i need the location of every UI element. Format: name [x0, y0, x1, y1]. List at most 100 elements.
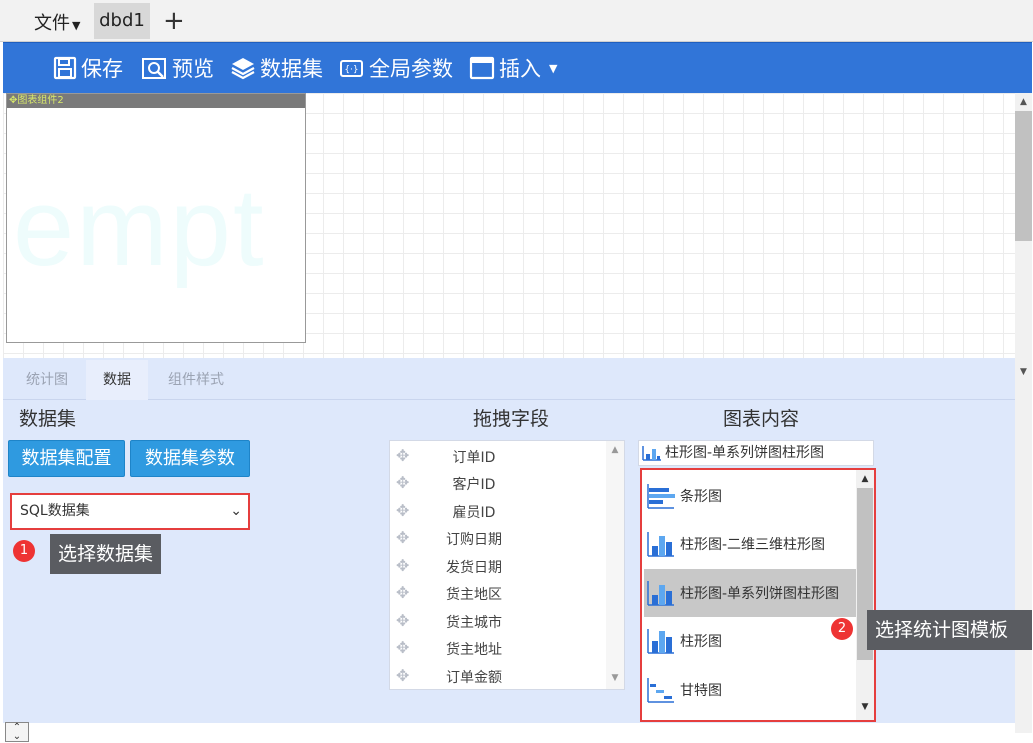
collapse-toggle-button[interactable]: ⌃ ⌄ [5, 722, 29, 742]
layers-icon [231, 58, 255, 80]
drag-fields-list[interactable]: ✥ 订单ID ✥ 客户ID ✥ 雇员ID ✥ 订购日期 ✥ 发货日期 ✥ 货主地区 ✥ 货主城… [389, 440, 625, 690]
caret-down-icon: ▼ [72, 19, 81, 32]
scroll-up-icon[interactable]: ▲ [1015, 95, 1032, 109]
chart-current-label: 柱形图-单系列饼图柱形图 [665, 445, 825, 461]
dataset-section-title: 数据集 [19, 408, 77, 430]
chart-template-list[interactable]: 条形图 柱形图-二维三维柱形图 柱形图-单系列饼图柱形图 柱形图 甘特图 ▲ ▼ [640, 468, 876, 722]
column-chart-icon [642, 446, 661, 461]
field-name: 订单金额 [446, 670, 502, 686]
field-item[interactable]: ✥ 订单金额 [390, 663, 602, 689]
chart-template-label: 柱形图-单系列饼图柱形图 [680, 586, 840, 602]
chevron-down-icon: ⌄ [12, 731, 22, 742]
field-name: 订购日期 [446, 532, 502, 548]
caret-down-icon: ▼ [549, 61, 558, 75]
chart-template-label: 甘特图 [680, 683, 722, 699]
app-window: 文件 ▼ dbd1 + 保存 预览 数据集 {·} 全局参数 插入 ▼ ✥图表组… [0, 0, 1033, 743]
tooltip-select-dataset: 选择数据集 [50, 534, 162, 574]
scroll-down-icon[interactable]: ▼ [1015, 365, 1032, 379]
bottom-strip [30, 723, 1015, 743]
scroll-up-icon[interactable]: ▲ [856, 474, 874, 484]
field-item[interactable]: ✥ 货主地区 [390, 580, 602, 607]
preview-button[interactable]: 预览 [142, 52, 214, 84]
add-tab-button[interactable]: + [163, 6, 185, 36]
field-name: 发货日期 [446, 560, 502, 576]
global-params-button[interactable]: {·} 全局参数 [339, 52, 453, 84]
design-canvas[interactable]: ✥图表组件2 empt [3, 93, 1015, 358]
scrollbar-thumb[interactable] [1015, 111, 1032, 241]
field-item[interactable]: ✥ 客户ID [390, 470, 602, 497]
empty-watermark: empt [13, 166, 266, 289]
svg-text:{·}: {·} [344, 65, 358, 75]
column-chart-icon [647, 532, 674, 557]
chart-list-scrollbar[interactable]: ▲ ▼ [856, 470, 874, 720]
field-item[interactable]: ✥ 订单ID [390, 443, 602, 470]
dataset-select-value: SQL数据集 [20, 503, 90, 519]
tab-chart[interactable]: 统计图 [13, 360, 81, 400]
field-name: 订单ID [452, 450, 496, 466]
top-tab-bar: 文件 ▼ dbd1 + [0, 0, 1033, 42]
insert-label: 插入 [499, 57, 541, 81]
gantt-chart-icon [647, 678, 674, 703]
step-badge-2: 2 [831, 618, 853, 640]
chart-widget[interactable]: ✥图表组件2 empt [6, 93, 306, 343]
plus-icon: + [163, 6, 185, 36]
tooltip-select-chart-template: 选择统计图模板 [867, 610, 1032, 650]
tab-data[interactable]: 数据 [86, 360, 148, 400]
column-chart-icon [647, 629, 674, 654]
move-icon[interactable]: ✥ [396, 473, 409, 492]
chart-template-item-selected[interactable]: 柱形图-单系列饼图柱形图 [644, 569, 856, 617]
chart-section-title: 图表内容 [723, 408, 800, 430]
save-button[interactable]: 保存 [53, 52, 123, 84]
file-menu-label: 文件 [34, 13, 70, 34]
field-item[interactable]: ✥ 货主地址 [390, 635, 602, 662]
dataset-label: 数据集 [260, 57, 323, 81]
chart-template-label: 柱形图 [680, 634, 722, 650]
move-icon[interactable]: ✥ [396, 528, 409, 547]
dataset-params-button[interactable]: 数据集参数 [130, 440, 250, 477]
panel-tabs: 统计图 数据 组件样式 [3, 360, 1015, 400]
field-item[interactable]: ✥ 雇员ID [390, 498, 602, 525]
move-icon[interactable]: ✥ [396, 611, 409, 630]
fields-scrollbar[interactable]: ▲ ▼ [606, 441, 624, 689]
save-icon [53, 56, 77, 80]
preview-icon [142, 58, 166, 79]
field-item[interactable]: ✥ 货主城市 [390, 608, 602, 635]
move-icon[interactable]: ✥ [396, 556, 409, 575]
move-icon[interactable]: ✥ [396, 583, 409, 602]
parameter-icon: {·} [340, 60, 363, 77]
property-panel: 统计图 数据 组件样式 数据集 拖拽字段 图表内容 数据集配置 数据集参数 SQ… [3, 358, 1032, 723]
dataset-button[interactable]: 数据集 [230, 52, 323, 84]
fields-section-title: 拖拽字段 [473, 408, 550, 430]
tab-widget-style[interactable]: 组件样式 [155, 360, 237, 400]
chart-template-item[interactable]: 柱形图 [644, 617, 856, 665]
chart-template-item[interactable]: 甘特图 [644, 666, 856, 714]
move-icon[interactable]: ✥ [396, 666, 409, 685]
field-name: 雇员ID [452, 505, 496, 521]
dataset-config-button[interactable]: 数据集配置 [8, 440, 125, 477]
chart-template-label: 柱形图-二维三维柱形图 [680, 537, 826, 553]
move-icon[interactable]: ✥ [396, 638, 409, 657]
scroll-down-icon[interactable]: ▼ [606, 673, 624, 683]
chart-template-label: 条形图 [680, 489, 722, 505]
chart-template-item[interactable]: 柱形图-二维三维柱形图 [644, 520, 856, 568]
dataset-select[interactable]: SQL数据集 ⌄ [10, 493, 250, 530]
main-toolbar: 保存 预览 数据集 {·} 全局参数 插入 ▼ [3, 42, 1032, 93]
chevron-down-icon: ⌄ [230, 503, 242, 519]
field-name: 货主城市 [446, 615, 502, 631]
file-menu[interactable]: 文件 ▼ [34, 9, 80, 35]
scroll-down-icon[interactable]: ▼ [856, 702, 874, 712]
save-label: 保存 [81, 57, 123, 81]
move-icon[interactable]: ✥ [396, 446, 409, 465]
chart-current-selection[interactable]: 柱形图-单系列饼图柱形图 [638, 440, 874, 466]
insert-menu[interactable]: 插入 ▼ [469, 52, 557, 84]
document-tab[interactable]: dbd1 [94, 3, 150, 39]
window-icon [469, 56, 495, 80]
chart-template-item[interactable]: 条形图 [644, 472, 856, 520]
scroll-up-icon[interactable]: ▲ [606, 445, 624, 455]
column-chart-icon [647, 581, 674, 606]
field-name: 货主地址 [446, 642, 502, 658]
widget-header[interactable]: ✥图表组件2 [7, 94, 305, 108]
move-icon[interactable]: ✥ [396, 501, 409, 520]
field-item[interactable]: ✥ 发货日期 [390, 553, 602, 580]
field-item[interactable]: ✥ 订购日期 [390, 525, 602, 552]
